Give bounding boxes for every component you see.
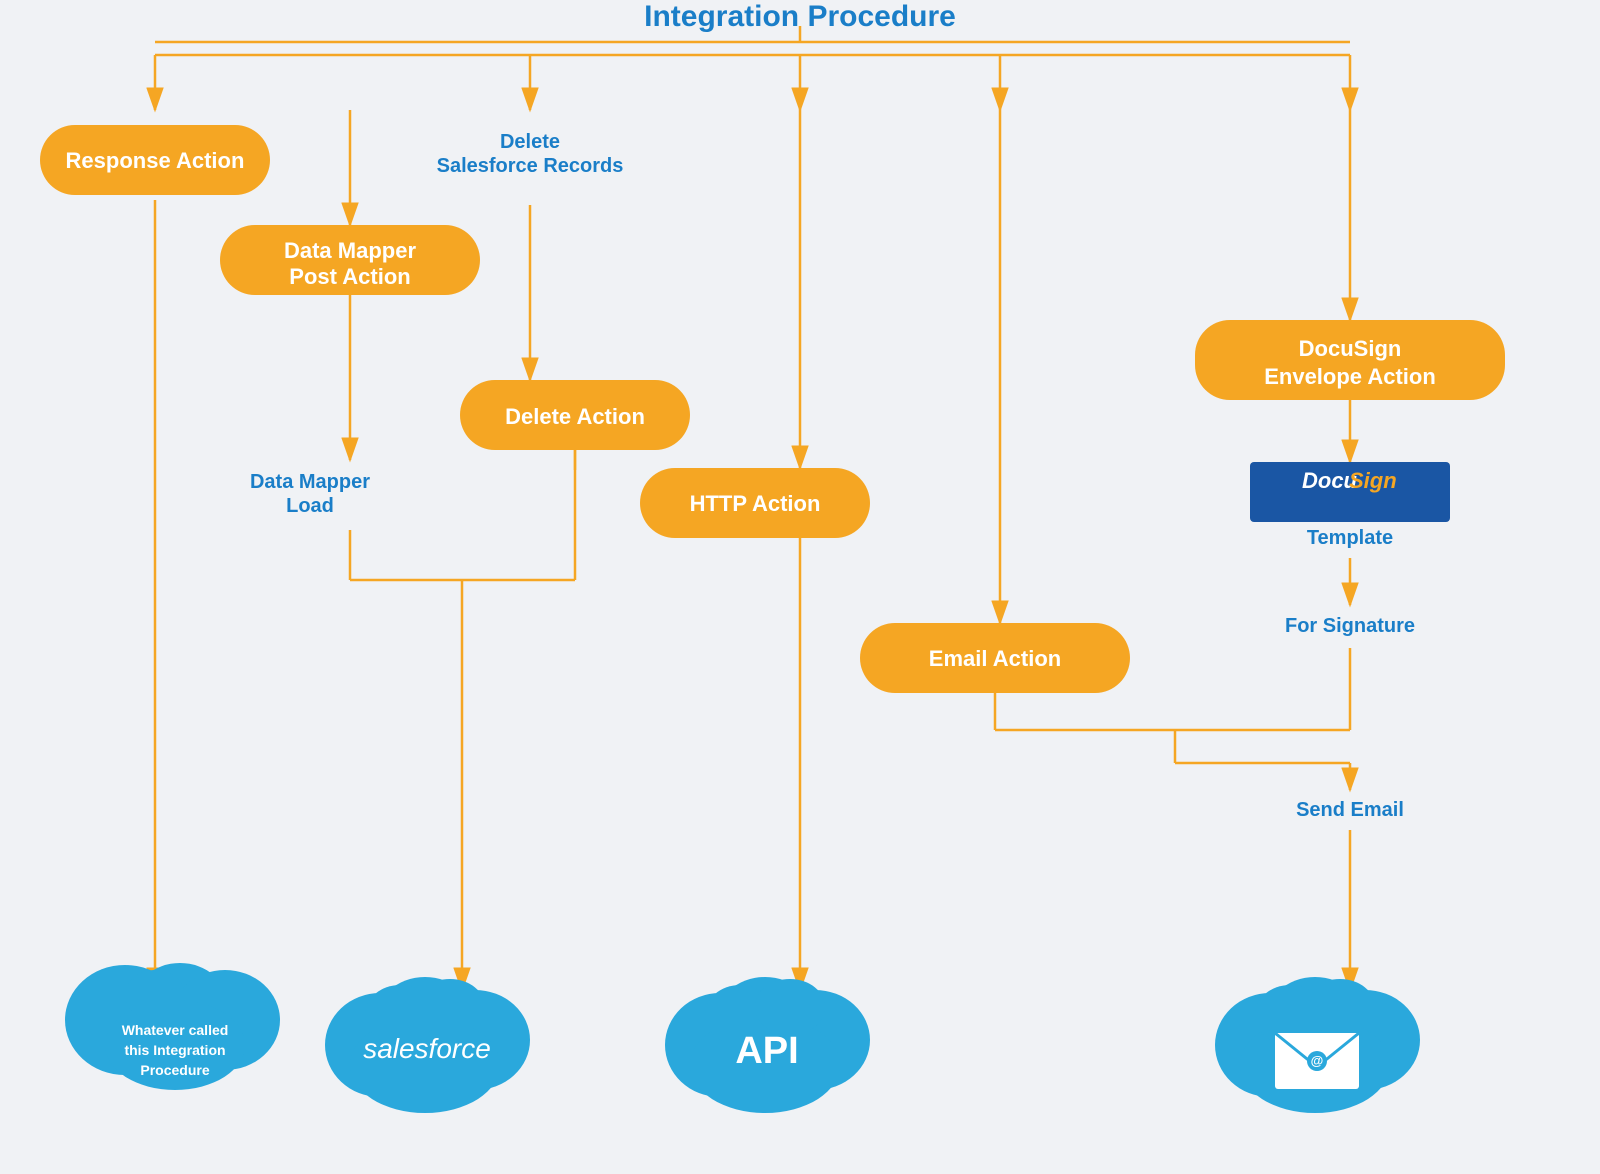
delete-action-label: Delete Action: [505, 404, 645, 429]
send-email-label: Send Email: [1296, 799, 1404, 821]
template-label: Template: [1307, 527, 1393, 549]
delete-sf-label-2: Salesforce Records: [437, 155, 624, 177]
api-cloud-text: API: [735, 1030, 798, 1072]
for-signature-label: For Signature: [1285, 615, 1415, 637]
data-mapper-post-label-1: Data Mapper: [284, 238, 416, 263]
docusign-envelope-label-2: Envelope Action: [1264, 364, 1436, 389]
data-mapper-load-label-2: Load: [286, 495, 334, 517]
docusign-logo-sign: Sign: [1349, 468, 1397, 493]
data-mapper-post-label-2: Post Action: [289, 264, 410, 289]
caller-cloud-text-2: this Integration: [124, 1042, 225, 1058]
caller-cloud-text-3: Procedure: [140, 1062, 209, 1078]
docusign-envelope-label-1: DocuSign: [1299, 336, 1402, 361]
at-symbol: @: [1311, 1053, 1324, 1068]
caller-cloud-text-1: Whatever called: [122, 1022, 229, 1038]
delete-sf-label-1: Delete: [500, 131, 560, 153]
email-action-label: Email Action: [929, 646, 1061, 671]
response-action-label: Response Action: [66, 148, 245, 173]
http-action-label: HTTP Action: [690, 491, 821, 516]
salesforce-cloud-text: salesforce: [363, 1033, 491, 1064]
data-mapper-load-label-1: Data Mapper: [250, 471, 370, 493]
